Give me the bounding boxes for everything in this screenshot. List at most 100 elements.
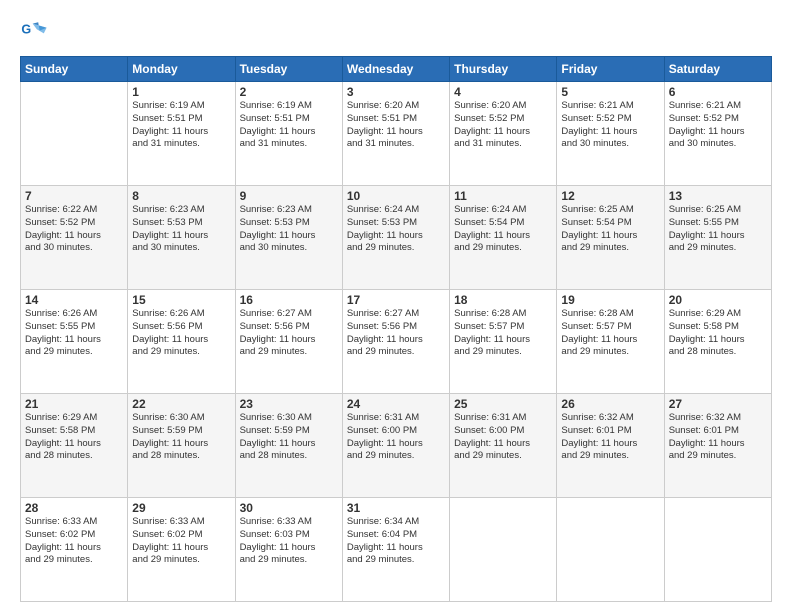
- calendar-cell: 9Sunrise: 6:23 AMSunset: 5:53 PMDaylight…: [235, 186, 342, 290]
- day-number: 7: [25, 189, 123, 203]
- day-number: 28: [25, 501, 123, 515]
- day-info: Sunrise: 6:31 AMSunset: 6:00 PMDaylight:…: [454, 412, 552, 463]
- day-number: 29: [132, 501, 230, 515]
- day-info: Sunrise: 6:28 AMSunset: 5:57 PMDaylight:…: [454, 308, 552, 359]
- day-number: 11: [454, 189, 552, 203]
- day-number: 23: [240, 397, 338, 411]
- day-number: 31: [347, 501, 445, 515]
- day-header-sunday: Sunday: [21, 57, 128, 82]
- calendar-cell: 12Sunrise: 6:25 AMSunset: 5:54 PMDayligh…: [557, 186, 664, 290]
- day-header-monday: Monday: [128, 57, 235, 82]
- day-number: 20: [669, 293, 767, 307]
- calendar-table: SundayMondayTuesdayWednesdayThursdayFrid…: [20, 56, 772, 602]
- calendar-cell: 2Sunrise: 6:19 AMSunset: 5:51 PMDaylight…: [235, 82, 342, 186]
- calendar-header-row: SundayMondayTuesdayWednesdayThursdayFrid…: [21, 57, 772, 82]
- calendar-cell: [450, 498, 557, 602]
- day-info: Sunrise: 6:31 AMSunset: 6:00 PMDaylight:…: [347, 412, 445, 463]
- day-info: Sunrise: 6:19 AMSunset: 5:51 PMDaylight:…: [240, 100, 338, 151]
- day-number: 3: [347, 85, 445, 99]
- calendar-cell: 31Sunrise: 6:34 AMSunset: 6:04 PMDayligh…: [342, 498, 449, 602]
- day-number: 1: [132, 85, 230, 99]
- svg-text:G: G: [21, 22, 31, 36]
- calendar-cell: 22Sunrise: 6:30 AMSunset: 5:59 PMDayligh…: [128, 394, 235, 498]
- calendar-cell: 4Sunrise: 6:20 AMSunset: 5:52 PMDaylight…: [450, 82, 557, 186]
- logo: G: [20, 18, 52, 46]
- day-number: 18: [454, 293, 552, 307]
- calendar-cell: 23Sunrise: 6:30 AMSunset: 5:59 PMDayligh…: [235, 394, 342, 498]
- calendar-cell: 28Sunrise: 6:33 AMSunset: 6:02 PMDayligh…: [21, 498, 128, 602]
- day-info: Sunrise: 6:30 AMSunset: 5:59 PMDaylight:…: [132, 412, 230, 463]
- calendar-cell: 19Sunrise: 6:28 AMSunset: 5:57 PMDayligh…: [557, 290, 664, 394]
- calendar-cell: 15Sunrise: 6:26 AMSunset: 5:56 PMDayligh…: [128, 290, 235, 394]
- day-info: Sunrise: 6:25 AMSunset: 5:55 PMDaylight:…: [669, 204, 767, 255]
- day-header-friday: Friday: [557, 57, 664, 82]
- day-header-saturday: Saturday: [664, 57, 771, 82]
- day-info: Sunrise: 6:29 AMSunset: 5:58 PMDaylight:…: [669, 308, 767, 359]
- day-number: 16: [240, 293, 338, 307]
- calendar-cell: 1Sunrise: 6:19 AMSunset: 5:51 PMDaylight…: [128, 82, 235, 186]
- day-number: 24: [347, 397, 445, 411]
- day-number: 14: [25, 293, 123, 307]
- calendar-cell: 30Sunrise: 6:33 AMSunset: 6:03 PMDayligh…: [235, 498, 342, 602]
- calendar-cell: 18Sunrise: 6:28 AMSunset: 5:57 PMDayligh…: [450, 290, 557, 394]
- day-number: 8: [132, 189, 230, 203]
- day-info: Sunrise: 6:21 AMSunset: 5:52 PMDaylight:…: [669, 100, 767, 151]
- calendar-cell: 17Sunrise: 6:27 AMSunset: 5:56 PMDayligh…: [342, 290, 449, 394]
- day-info: Sunrise: 6:19 AMSunset: 5:51 PMDaylight:…: [132, 100, 230, 151]
- day-info: Sunrise: 6:26 AMSunset: 5:55 PMDaylight:…: [25, 308, 123, 359]
- day-number: 10: [347, 189, 445, 203]
- day-info: Sunrise: 6:21 AMSunset: 5:52 PMDaylight:…: [561, 100, 659, 151]
- calendar-week-row: 1Sunrise: 6:19 AMSunset: 5:51 PMDaylight…: [21, 82, 772, 186]
- day-number: 2: [240, 85, 338, 99]
- day-info: Sunrise: 6:20 AMSunset: 5:51 PMDaylight:…: [347, 100, 445, 151]
- day-header-wednesday: Wednesday: [342, 57, 449, 82]
- calendar-week-row: 21Sunrise: 6:29 AMSunset: 5:58 PMDayligh…: [21, 394, 772, 498]
- calendar-cell: 26Sunrise: 6:32 AMSunset: 6:01 PMDayligh…: [557, 394, 664, 498]
- calendar-week-row: 14Sunrise: 6:26 AMSunset: 5:55 PMDayligh…: [21, 290, 772, 394]
- day-info: Sunrise: 6:32 AMSunset: 6:01 PMDaylight:…: [669, 412, 767, 463]
- day-number: 15: [132, 293, 230, 307]
- day-info: Sunrise: 6:25 AMSunset: 5:54 PMDaylight:…: [561, 204, 659, 255]
- day-info: Sunrise: 6:33 AMSunset: 6:02 PMDaylight:…: [25, 516, 123, 567]
- day-number: 25: [454, 397, 552, 411]
- day-number: 22: [132, 397, 230, 411]
- day-number: 27: [669, 397, 767, 411]
- calendar-cell: 3Sunrise: 6:20 AMSunset: 5:51 PMDaylight…: [342, 82, 449, 186]
- day-info: Sunrise: 6:29 AMSunset: 5:58 PMDaylight:…: [25, 412, 123, 463]
- day-info: Sunrise: 6:24 AMSunset: 5:54 PMDaylight:…: [454, 204, 552, 255]
- calendar-cell: 10Sunrise: 6:24 AMSunset: 5:53 PMDayligh…: [342, 186, 449, 290]
- day-number: 9: [240, 189, 338, 203]
- day-number: 13: [669, 189, 767, 203]
- day-number: 26: [561, 397, 659, 411]
- calendar-cell: 5Sunrise: 6:21 AMSunset: 5:52 PMDaylight…: [557, 82, 664, 186]
- calendar-cell: [664, 498, 771, 602]
- day-info: Sunrise: 6:27 AMSunset: 5:56 PMDaylight:…: [240, 308, 338, 359]
- calendar-cell: 27Sunrise: 6:32 AMSunset: 6:01 PMDayligh…: [664, 394, 771, 498]
- calendar-cell: 11Sunrise: 6:24 AMSunset: 5:54 PMDayligh…: [450, 186, 557, 290]
- day-number: 19: [561, 293, 659, 307]
- day-number: 21: [25, 397, 123, 411]
- calendar-cell: [557, 498, 664, 602]
- day-number: 4: [454, 85, 552, 99]
- day-header-thursday: Thursday: [450, 57, 557, 82]
- day-number: 12: [561, 189, 659, 203]
- day-info: Sunrise: 6:24 AMSunset: 5:53 PMDaylight:…: [347, 204, 445, 255]
- day-info: Sunrise: 6:27 AMSunset: 5:56 PMDaylight:…: [347, 308, 445, 359]
- calendar-cell: 6Sunrise: 6:21 AMSunset: 5:52 PMDaylight…: [664, 82, 771, 186]
- calendar-cell: 29Sunrise: 6:33 AMSunset: 6:02 PMDayligh…: [128, 498, 235, 602]
- calendar-week-row: 7Sunrise: 6:22 AMSunset: 5:52 PMDaylight…: [21, 186, 772, 290]
- day-number: 30: [240, 501, 338, 515]
- calendar-cell: 25Sunrise: 6:31 AMSunset: 6:00 PMDayligh…: [450, 394, 557, 498]
- calendar-cell: 20Sunrise: 6:29 AMSunset: 5:58 PMDayligh…: [664, 290, 771, 394]
- day-info: Sunrise: 6:33 AMSunset: 6:03 PMDaylight:…: [240, 516, 338, 567]
- header: G: [20, 18, 772, 46]
- day-number: 6: [669, 85, 767, 99]
- calendar-cell: 13Sunrise: 6:25 AMSunset: 5:55 PMDayligh…: [664, 186, 771, 290]
- day-info: Sunrise: 6:32 AMSunset: 6:01 PMDaylight:…: [561, 412, 659, 463]
- calendar-cell: 7Sunrise: 6:22 AMSunset: 5:52 PMDaylight…: [21, 186, 128, 290]
- page: G SundayMondayTuesdayWednesdayThursdayFr…: [0, 0, 792, 612]
- day-number: 5: [561, 85, 659, 99]
- calendar-cell: 14Sunrise: 6:26 AMSunset: 5:55 PMDayligh…: [21, 290, 128, 394]
- calendar-cell: 8Sunrise: 6:23 AMSunset: 5:53 PMDaylight…: [128, 186, 235, 290]
- calendar-cell: 16Sunrise: 6:27 AMSunset: 5:56 PMDayligh…: [235, 290, 342, 394]
